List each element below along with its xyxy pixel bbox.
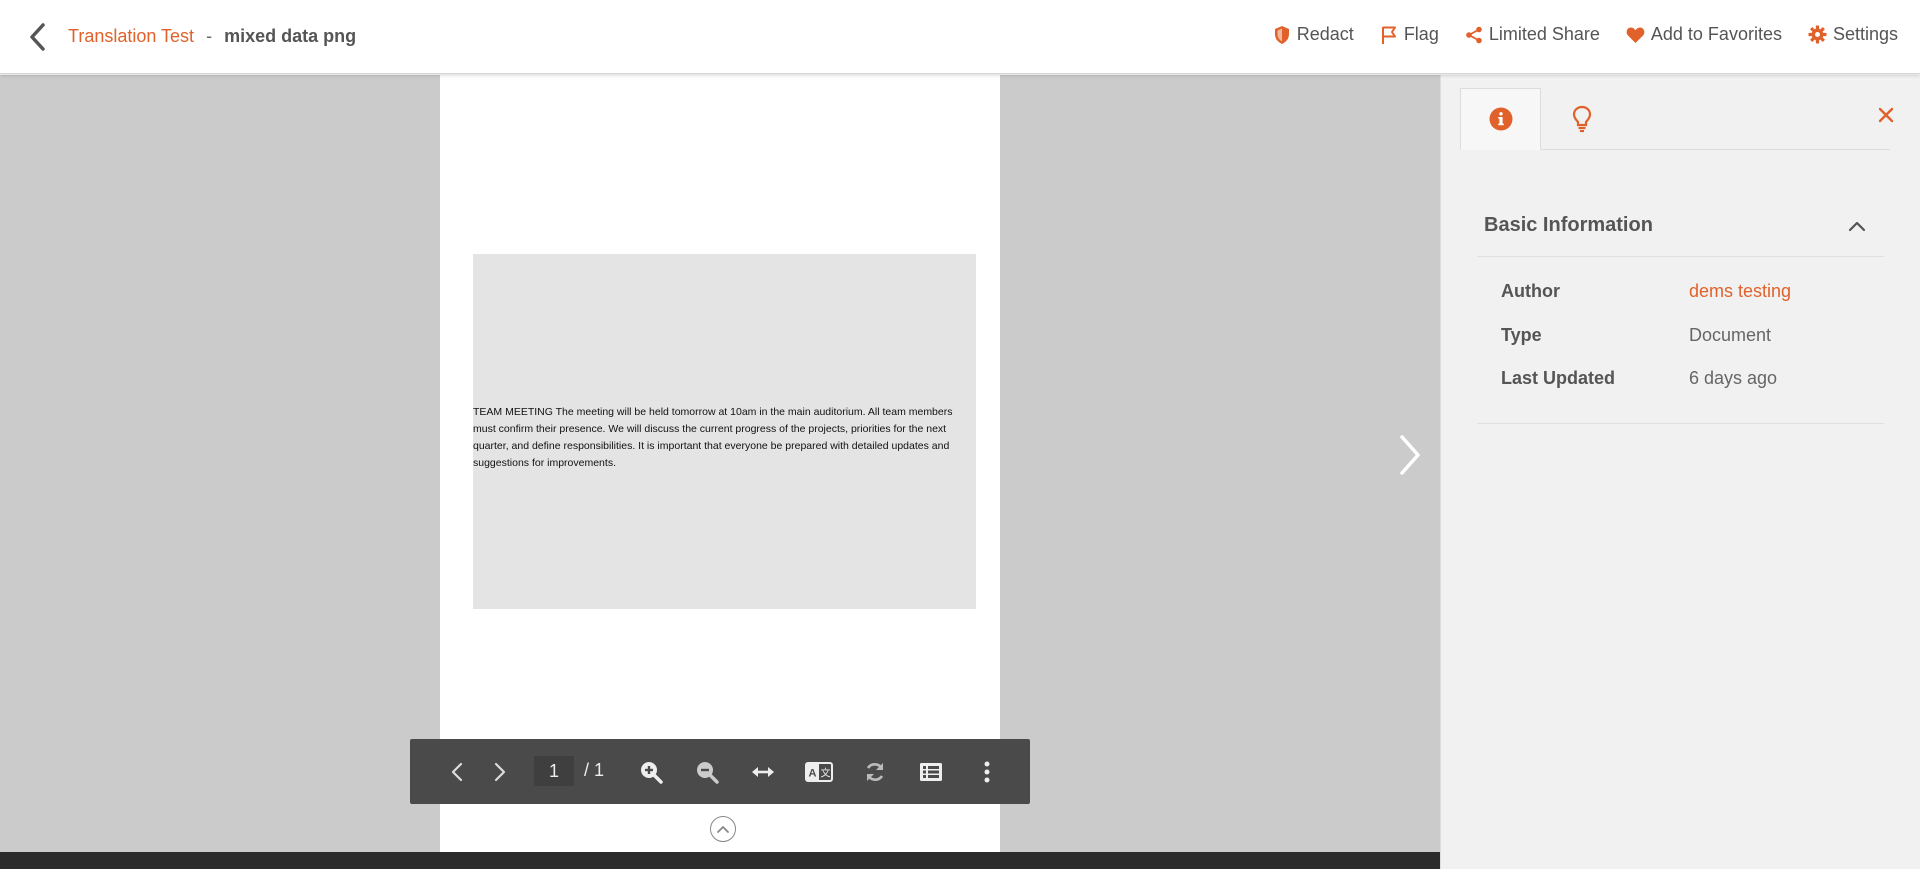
breadcrumb: Translation Test - mixed data png: [68, 26, 356, 47]
panel-tabs: [1460, 88, 1890, 150]
document-page: TEAM MEETING The meeting will be held to…: [440, 75, 1000, 855]
translate-icon: A 文: [805, 762, 833, 782]
translate-button[interactable]: A 文: [804, 757, 834, 787]
basic-information-list: Author dems testing Type Document Last U…: [1477, 259, 1884, 424]
close-panel-button[interactable]: [1874, 103, 1898, 127]
flag-button[interactable]: Flag: [1380, 24, 1439, 45]
chevron-left-icon: [451, 762, 463, 782]
gear-icon: [1808, 25, 1827, 44]
zoom-out-icon: [697, 762, 719, 784]
zoom-in-button[interactable]: [636, 757, 666, 787]
next-document-button[interactable]: [1394, 432, 1424, 478]
document-text: TEAM MEETING The meeting will be held to…: [473, 406, 953, 469]
settings-button[interactable]: Settings: [1808, 24, 1898, 45]
breadcrumb-parent-link[interactable]: Translation Test: [68, 26, 194, 47]
rotate-button[interactable]: [860, 757, 890, 787]
next-page-button[interactable]: [485, 757, 515, 787]
svg-text:A: A: [809, 768, 817, 780]
previous-page-button[interactable]: [442, 757, 472, 787]
close-icon: [1878, 107, 1894, 123]
zoom-out-button[interactable]: [692, 757, 722, 787]
section-title: Basic Information: [1484, 214, 1653, 236]
breadcrumb-separator: -: [206, 26, 213, 46]
tab-insights[interactable]: [1541, 88, 1622, 150]
refresh-icon: [866, 763, 884, 781]
shield-icon: [1274, 25, 1289, 44]
add-to-favorites-label: Add to Favorites: [1650, 24, 1782, 44]
heart-icon: [1626, 26, 1645, 43]
redact-label: Redact: [1296, 24, 1354, 44]
type-label: Type: [1501, 325, 1542, 345]
chevron-left-icon: [30, 23, 45, 51]
header-actions: Redact Flag Limited Share Add to Favorit…: [1273, 24, 1898, 45]
limited-share-button[interactable]: Limited Share: [1465, 24, 1600, 45]
tab-info[interactable]: [1460, 88, 1541, 150]
page-total: / 1: [584, 760, 605, 780]
outline-button[interactable]: [916, 757, 946, 787]
chevron-up-icon: [717, 826, 729, 833]
lightbulb-icon: [1572, 105, 1591, 133]
add-to-favorites-button[interactable]: Add to Favorites: [1626, 24, 1782, 45]
flag-label: Flag: [1403, 24, 1439, 44]
author-label: Author: [1501, 281, 1560, 301]
last-updated-label: Last Updated: [1501, 368, 1616, 388]
document-viewer: TEAM MEETING The meeting will be held to…: [0, 75, 1440, 869]
vertical-ellipsis-icon: [984, 761, 990, 783]
document-image: TEAM MEETING The meeting will be held to…: [473, 254, 976, 609]
more-options-button[interactable]: [972, 757, 1002, 787]
document-title: mixed data png: [224, 26, 357, 46]
settings-label: Settings: [1832, 24, 1898, 44]
share-icon: [1466, 26, 1482, 43]
chevron-right-icon: [1400, 435, 1420, 475]
svg-text:文: 文: [821, 767, 831, 780]
list-icon: [920, 763, 942, 781]
chevron-right-icon: [494, 762, 506, 782]
zoom-in-icon: [641, 762, 663, 784]
author-value-link[interactable]: dems testing: [1689, 281, 1791, 302]
page-number-input[interactable]: [534, 756, 574, 786]
top-bar: Translation Test - mixed data png Redact…: [0, 0, 1920, 74]
type-value: Document: [1689, 325, 1772, 345]
viewer-toolbar: / 1: [410, 739, 1030, 804]
back-button[interactable]: [22, 20, 52, 54]
details-panel: Basic Information Author dems testing Ty…: [1440, 75, 1920, 869]
viewer-bottom-bar: [0, 852, 1440, 869]
last-updated-value: 6 days ago: [1689, 368, 1778, 388]
redact-button[interactable]: Redact: [1273, 24, 1354, 45]
limited-share-label: Limited Share: [1488, 24, 1600, 44]
chevron-up-icon: [1848, 221, 1866, 231]
collapse-toolbar-button[interactable]: [710, 816, 736, 842]
info-icon: [1489, 107, 1512, 131]
basic-information-header[interactable]: Basic Information: [1477, 195, 1884, 257]
fit-width-button[interactable]: [748, 757, 778, 787]
horizontal-arrows-icon: [752, 767, 774, 777]
flag-icon: [1381, 26, 1396, 44]
